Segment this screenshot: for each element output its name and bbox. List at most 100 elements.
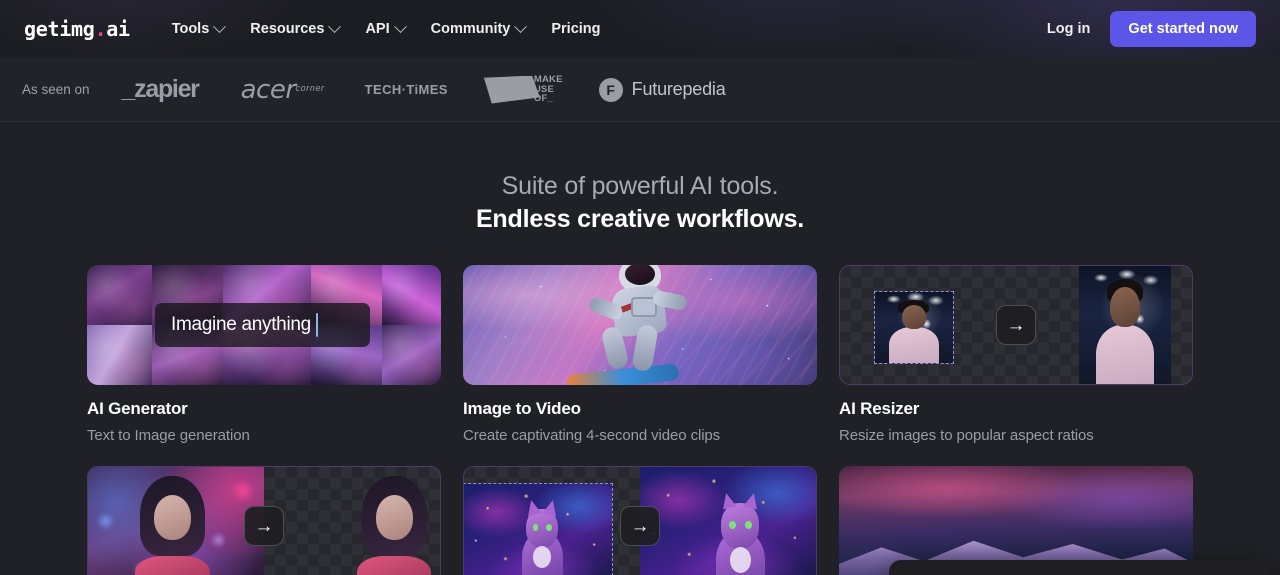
subject-figure xyxy=(356,476,433,575)
tool-thumbnail-ai-expand: → xyxy=(463,466,817,575)
acer-sub: corner xyxy=(295,82,325,93)
prompt-input-overlay[interactable]: Imagine anything xyxy=(155,303,370,347)
logo-dot: . xyxy=(94,17,107,41)
resizer-source-image xyxy=(874,290,954,364)
subject-figure xyxy=(134,476,211,575)
cookie-consent-banner: We use cookies to improve your experienc… xyxy=(889,560,1271,575)
cutout-subject xyxy=(264,467,440,575)
nav-item-community[interactable]: Community xyxy=(430,19,528,37)
tool-card-subtitle: Text to Image generation xyxy=(87,427,250,444)
make-use-of-shape xyxy=(483,75,540,104)
logo-name: getimg xyxy=(24,17,95,41)
tech-times-line2: TiMES xyxy=(406,81,448,97)
brand-logo-tech-times: TECH· TiMES xyxy=(365,83,448,97)
nav-item-resources[interactable]: Resources xyxy=(250,19,342,37)
subject-hoodie xyxy=(1095,325,1155,384)
brand-logo-list: _zapier acer corner TECH· TiMES MAKE USE… xyxy=(121,74,726,105)
subject-face xyxy=(901,304,927,329)
astronaut-figure xyxy=(581,265,693,385)
bgremover-source-image xyxy=(88,467,264,575)
expand-source-image xyxy=(464,482,613,575)
futurepedia-mark-icon: F xyxy=(598,77,623,102)
nav-item-label: Pricing xyxy=(551,21,601,37)
login-link[interactable]: Log in xyxy=(1047,21,1091,37)
make-use-of-words: MAKE USE OF_ xyxy=(534,74,563,105)
tool-card-background-remover[interactable]: → xyxy=(87,466,441,575)
transform-arrow-button[interactable]: → xyxy=(244,506,284,546)
mosaic-tile xyxy=(382,325,441,385)
futurepedia-wordmark: Futurepedia xyxy=(631,79,726,99)
chevron-down-icon xyxy=(393,19,407,33)
cat-ear-right xyxy=(542,498,560,517)
as-seen-on-bar: As seen on _zapier acer corner TECH· TiM… xyxy=(0,58,1280,122)
subject-face xyxy=(375,494,413,540)
logo-suffix: ai xyxy=(106,17,130,41)
nav-item-api[interactable]: API xyxy=(365,19,407,37)
tool-card-ai-resizer[interactable]: → AI Resizer Resize images to popular as… xyxy=(839,265,1193,444)
chevron-down-icon xyxy=(328,19,342,33)
site-logo[interactable]: getimg.ai xyxy=(24,17,130,41)
mosaic-tile xyxy=(382,265,441,325)
tool-card-ai-generator[interactable]: Imagine anything AI Generator Text to Im… xyxy=(87,265,441,444)
cat-subject xyxy=(714,491,767,575)
tech-times-line1: TECH· xyxy=(364,81,407,97)
tool-thumbnail-ai-upscale xyxy=(839,466,1193,575)
brand-logo-make-use-of: MAKE USE OF_ xyxy=(483,74,563,105)
subject-hoodie xyxy=(889,327,939,363)
nav-item-label: Resources xyxy=(250,21,325,37)
cat-eye-left xyxy=(728,521,736,529)
text-caret xyxy=(315,313,319,337)
site-header: getimg.ai Tools Resources API Community … xyxy=(0,0,1280,58)
transform-arrow-button[interactable]: → xyxy=(996,305,1036,345)
tool-thumbnail-ai-generator: Imagine anything xyxy=(87,265,441,385)
tool-card-ai-expand[interactable]: → xyxy=(463,466,817,575)
nav-item-label: Tools xyxy=(171,21,210,37)
cat-head xyxy=(721,503,760,549)
expand-result-image xyxy=(640,467,816,575)
get-started-button[interactable]: Get started now xyxy=(1110,11,1256,47)
resizer-result-image xyxy=(1079,266,1171,384)
nav-item-tools[interactable]: Tools xyxy=(171,19,227,37)
tool-card-title: AI Generator xyxy=(87,399,188,418)
nav-item-label: API xyxy=(365,21,390,37)
brand-logo-futurepedia: F Futurepedia xyxy=(598,77,726,102)
subject-kimono xyxy=(357,555,432,575)
landscape-scene xyxy=(839,466,1193,575)
header-actions: Log in Get started now xyxy=(1047,11,1256,47)
mosaic-tile xyxy=(87,325,152,385)
as-seen-on-label: As seen on xyxy=(22,82,90,97)
cat-chest-fur xyxy=(729,546,751,573)
tool-thumbnail-ai-resizer: → xyxy=(839,265,1193,385)
brand-logo-acer: acer corner xyxy=(241,77,325,103)
nav-item-label: Community xyxy=(430,21,511,37)
primary-nav: Tools Resources API Community Pricing xyxy=(171,19,601,37)
nav-item-pricing[interactable]: Pricing xyxy=(551,21,600,37)
transform-arrow-button[interactable]: → xyxy=(620,506,660,546)
subject-kimono xyxy=(135,555,210,575)
headline-line-1: Suite of powerful AI tools. xyxy=(501,172,779,200)
cat-eye-right xyxy=(745,521,752,529)
headline-line-2: Endless creative workflows. xyxy=(475,204,805,233)
subject-face xyxy=(1110,287,1140,328)
cat-subject xyxy=(520,498,564,575)
tool-card-image-to-video[interactable]: Image to Video Create captivating 4-seco… xyxy=(463,265,817,444)
mosaic-tile xyxy=(87,265,152,325)
tool-card-ai-upscale[interactable] xyxy=(839,466,1193,575)
subject-face xyxy=(153,494,192,540)
tool-thumbnail-image-to-video xyxy=(463,265,817,385)
chevron-down-icon xyxy=(213,19,227,33)
tool-card-subtitle: Resize images to popular aspect ratios xyxy=(839,427,1094,444)
prompt-text: Imagine anything xyxy=(171,314,311,335)
page-headline: Suite of powerful AI tools. Endless crea… xyxy=(0,170,1280,235)
chevron-down-icon xyxy=(514,19,528,33)
acer-wordmark: acer xyxy=(240,74,296,105)
tool-card-title: Image to Video xyxy=(463,399,581,418)
cat-eye-left xyxy=(532,523,539,531)
brand-logo-zapier: _zapier xyxy=(121,75,200,103)
tool-thumbnail-background-remover: → xyxy=(87,466,441,575)
main-content: Suite of powerful AI tools. Endless crea… xyxy=(0,122,1280,575)
tools-grid: Imagine anything AI Generator Text to Im… xyxy=(0,265,1280,575)
bgremover-result-image xyxy=(264,467,440,575)
cat-eye-right xyxy=(546,523,553,531)
tool-card-subtitle: Create captivating 4-second video clips xyxy=(463,427,721,444)
